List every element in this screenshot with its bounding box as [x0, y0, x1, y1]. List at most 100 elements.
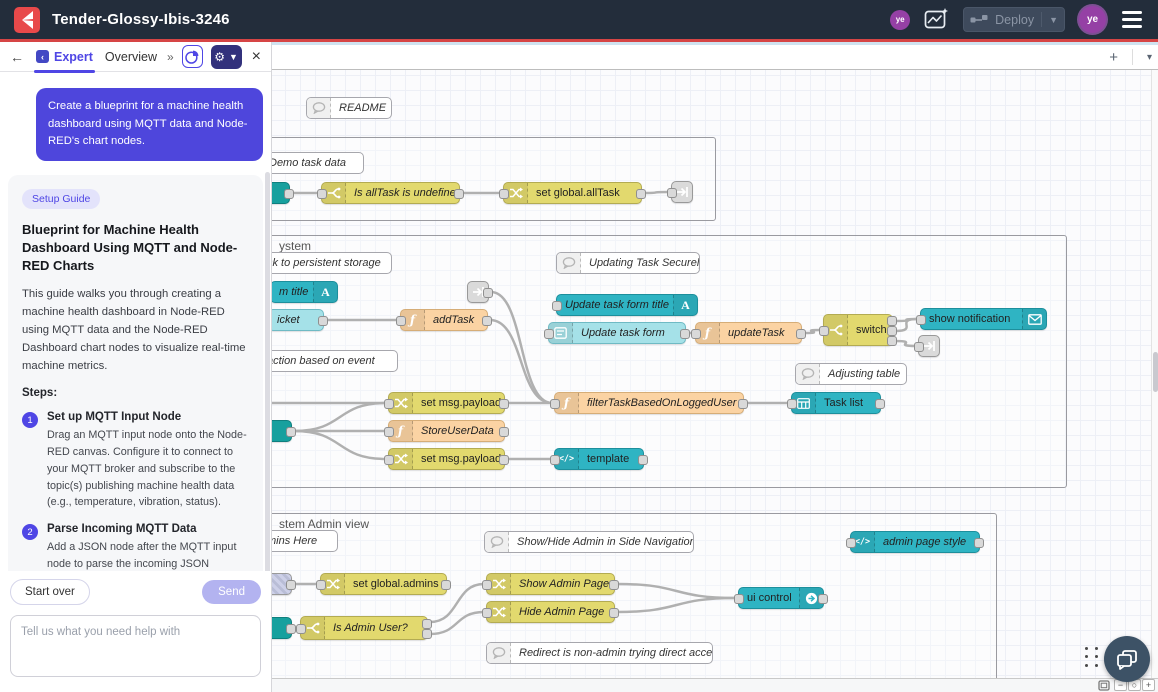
scrollbar-thumb[interactable]: [1153, 352, 1158, 392]
canvas-vertical-scrollbar[interactable]: [1151, 70, 1158, 678]
function-storeuserdata[interactable]: ƒStoreUserData: [388, 420, 505, 442]
ai-screenshot-icon[interactable]: [924, 7, 949, 32]
output-port[interactable]: [499, 427, 509, 437]
output-port[interactable]: [483, 288, 493, 298]
ui-form-update-task-form[interactable]: Update task form: [548, 322, 686, 344]
ui-template-admin-page-style[interactable]: </>admin page style: [850, 531, 980, 553]
output-port[interactable]: [887, 316, 897, 326]
tab-overview[interactable]: Overview: [103, 42, 159, 72]
output-port[interactable]: [818, 594, 828, 604]
output-port[interactable]: [286, 580, 296, 590]
assistant-scrollbar-thumb[interactable]: [265, 172, 270, 571]
add-flow-button[interactable]: +: [1109, 49, 1118, 66]
input-port[interactable]: [734, 594, 744, 604]
input-port[interactable]: [914, 342, 924, 352]
switch-is-alltask-undefined[interactable]: Is allTask is undefined: [321, 182, 460, 204]
output-port[interactable]: [499, 399, 509, 409]
output-port[interactable]: [422, 619, 432, 629]
close-panel-button[interactable]: ×: [250, 48, 263, 66]
input-port[interactable]: [667, 188, 677, 198]
output-port[interactable]: [441, 580, 451, 590]
comment-demo-task-data[interactable]: Demo task data: [260, 152, 364, 174]
deploy-caret-icon[interactable]: ▼: [1049, 15, 1058, 25]
input-port[interactable]: [499, 189, 509, 199]
change-hide-admin-page[interactable]: Hide Admin Page: [486, 601, 615, 623]
ui-text-update-task-form-title[interactable]: Update task form titleA: [556, 294, 698, 316]
settings-button[interactable]: ⚙ ▼: [211, 45, 242, 69]
ui-table-task-list[interactable]: Task list: [791, 392, 881, 414]
comment-readme[interactable]: README: [306, 97, 392, 119]
input-port[interactable]: [296, 624, 306, 634]
back-button[interactable]: ←: [8, 49, 26, 65]
comment-action-based-on-event[interactable]: action based on event: [258, 350, 398, 372]
comment-show-hide-admin[interactable]: Show/Hide Admin in Side Navigation: [484, 531, 694, 553]
output-port[interactable]: [286, 624, 296, 634]
input-port[interactable]: [787, 399, 797, 409]
output-port[interactable]: [974, 538, 984, 548]
output-port[interactable]: [796, 329, 806, 339]
change-set-msg-payload-2[interactable]: set msg.payload: [388, 448, 505, 470]
function-filtertaskbasedonloggeduser[interactable]: ƒfilterTaskBasedOnLoggedUser: [554, 392, 744, 414]
assistant-chat-fab[interactable]: [1104, 636, 1150, 682]
group-demo-task[interactable]: [256, 137, 716, 221]
input-port[interactable]: [846, 538, 856, 548]
input-port[interactable]: [550, 399, 560, 409]
output-port[interactable]: [284, 189, 294, 199]
zoom-in-button[interactable]: +: [1142, 679, 1155, 691]
ui-control[interactable]: ui control: [738, 587, 824, 609]
input-port[interactable]: [916, 315, 926, 325]
link-in-add[interactable]: [467, 281, 489, 303]
input-port[interactable]: [317, 189, 327, 199]
assistant-input[interactable]: [10, 615, 261, 677]
comment-updating-task-securely[interactable]: Updating Task Securely: [556, 252, 700, 274]
output-port[interactable]: [680, 329, 690, 339]
start-over-button[interactable]: Start over: [10, 579, 90, 605]
function-addtask[interactable]: ƒaddTask: [400, 309, 488, 331]
assistant-conversation[interactable]: Create a blueprint for a machine health …: [0, 72, 271, 571]
minimap-icon[interactable]: [1098, 680, 1110, 691]
input-port[interactable]: [482, 608, 492, 618]
ui-form-ticket[interactable]: icket: [268, 309, 324, 331]
main-menu-button[interactable]: [1120, 9, 1144, 30]
output-port[interactable]: [454, 189, 464, 199]
output-port[interactable]: [286, 427, 296, 437]
output-port[interactable]: [887, 336, 897, 346]
usage-pie-button[interactable]: [182, 45, 203, 68]
output-port[interactable]: [422, 629, 432, 639]
output-port[interactable]: [499, 455, 509, 465]
input-port[interactable]: [384, 455, 394, 465]
output-port[interactable]: [318, 316, 328, 326]
input-port[interactable]: [316, 580, 326, 590]
comment-adjusting-table[interactable]: Adjusting table: [795, 363, 907, 385]
change-set-global-admins[interactable]: set global.admins: [320, 573, 447, 595]
input-port[interactable]: [550, 455, 560, 465]
flowfuse-logo-icon[interactable]: [14, 7, 40, 33]
link-out-demo[interactable]: [671, 181, 693, 203]
more-tabs-button[interactable]: »: [167, 50, 174, 64]
ui-template[interactable]: </>template: [554, 448, 644, 470]
input-port[interactable]: [384, 399, 394, 409]
output-port[interactable]: [638, 455, 648, 465]
change-set-global-alltask[interactable]: set global.allTask: [503, 182, 642, 204]
output-port[interactable]: [875, 399, 885, 409]
avatar-small[interactable]: ye: [890, 10, 910, 30]
output-port[interactable]: [738, 399, 748, 409]
input-port[interactable]: [384, 427, 394, 437]
function-updatetask[interactable]: ƒupdateTask: [695, 322, 802, 344]
input-port[interactable]: [396, 316, 406, 326]
ui-toast-show-notification[interactable]: show notification: [920, 308, 1047, 330]
output-port[interactable]: [482, 316, 492, 326]
comment-redirect-non-admin[interactable]: Redirect is non-admin trying direct acce…: [486, 642, 713, 664]
widget-drag-handle[interactable]: [1085, 647, 1101, 669]
input-port[interactable]: [691, 329, 701, 339]
output-port[interactable]: [609, 580, 619, 590]
avatar-large[interactable]: ye: [1079, 6, 1106, 33]
link-out-switch[interactable]: [918, 335, 940, 357]
comment-save-task-storage[interactable]: sk to persistent storage: [258, 252, 392, 274]
change-set-msg-payload-1[interactable]: set msg.payload: [388, 392, 505, 414]
tab-expert[interactable]: ‹ Expert: [34, 42, 95, 72]
switch-node[interactable]: switch: [823, 314, 893, 346]
output-port[interactable]: [636, 189, 646, 199]
input-port[interactable]: [552, 301, 562, 311]
input-port[interactable]: [544, 329, 554, 339]
